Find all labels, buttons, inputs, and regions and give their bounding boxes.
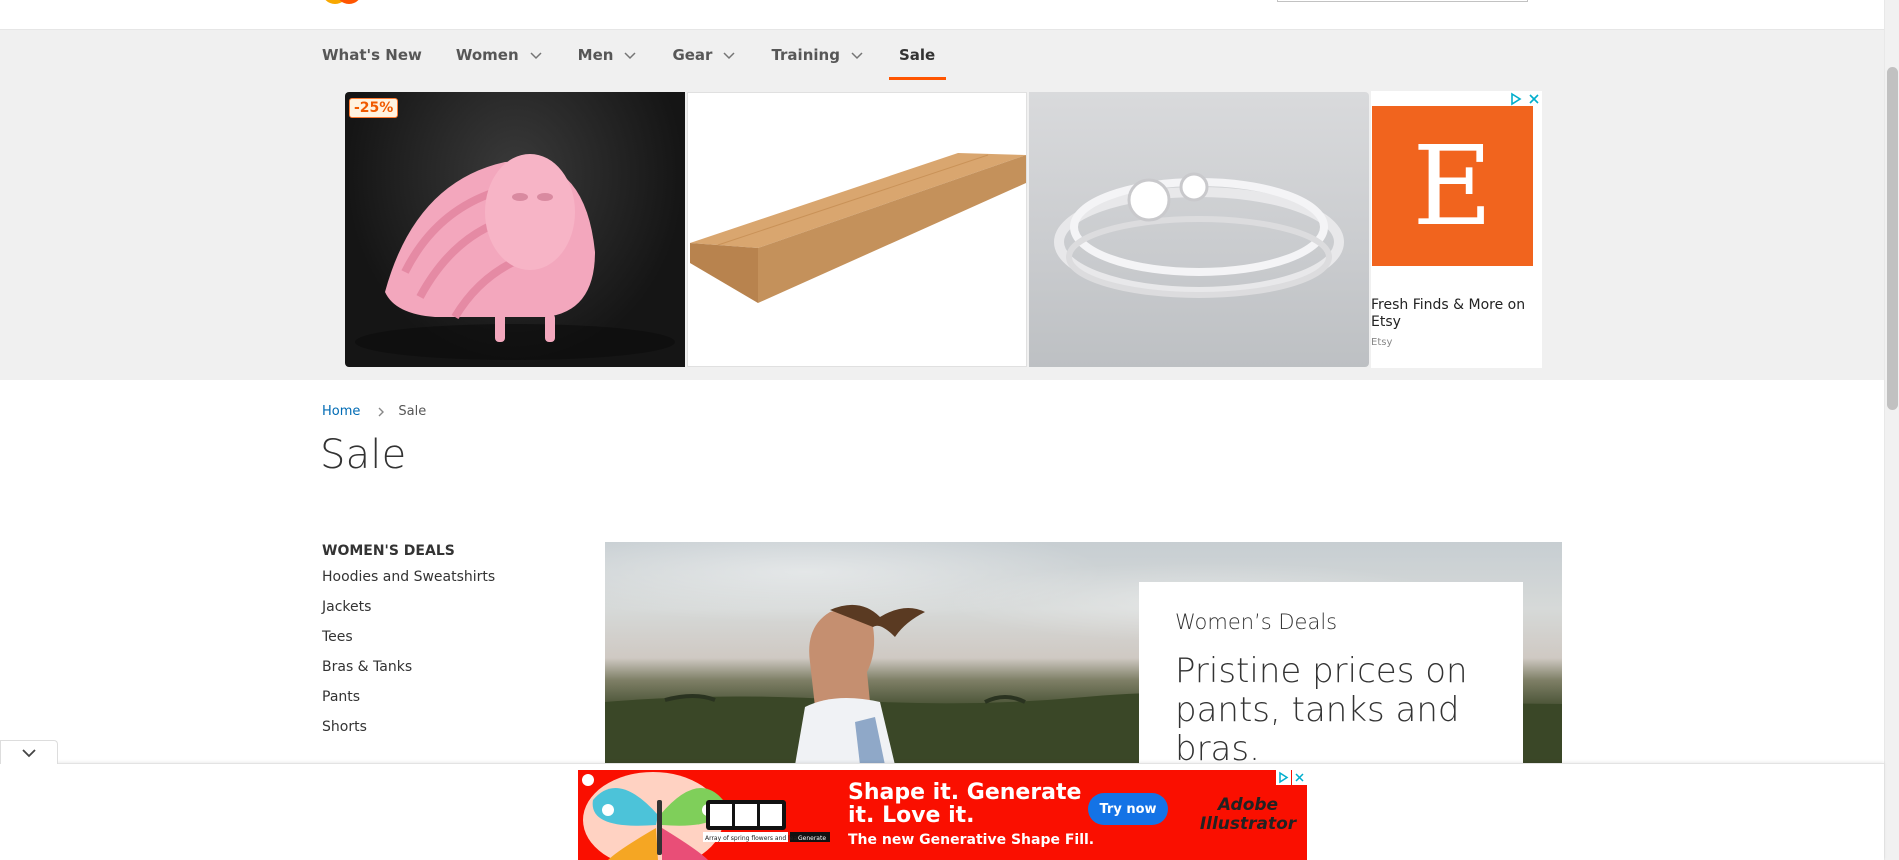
chevron-down-icon: [624, 52, 636, 60]
sidebar-heading: WOMEN'S DEALS: [322, 543, 455, 559]
nav-label: Sale: [898, 46, 936, 64]
nav-label: What's New: [322, 46, 422, 64]
breadcrumb-home[interactable]: Home: [322, 404, 360, 419]
etsy-ad-source: Etsy: [1371, 337, 1393, 348]
sidebar-link-jackets[interactable]: Jackets: [322, 592, 572, 622]
breadcrumb: Home Sale: [322, 404, 426, 419]
nav-training[interactable]: Training: [771, 30, 864, 80]
sidebar-link-pants[interactable]: Pants: [322, 682, 572, 712]
etsy-ad-title: Fresh Finds & More on Etsy: [1371, 297, 1526, 330]
ad-banner[interactable]: -25% E Fresh Finds & More on Etsy Etsy: [345, 91, 1542, 368]
close-icon[interactable]: [1526, 91, 1542, 107]
etsy-logo-letter: E: [1412, 122, 1493, 250]
store-logo[interactable]: [322, 0, 364, 5]
hero-headline: Pristine prices on pants, tanks and bras…: [1175, 651, 1468, 766]
main-nav: What's New Women Men Gear Training Sale: [322, 30, 969, 80]
nav-sale[interactable]: Sale: [888, 30, 947, 80]
collapse-ad-button[interactable]: [0, 740, 58, 764]
nav-gear[interactable]: Gear: [672, 30, 737, 80]
hero-card: Women’s Deals Pristine prices on pants, …: [1139, 582, 1523, 765]
sidebar-link-hoodies[interactable]: Hoodies and Sweatshirts: [322, 562, 572, 592]
page-title: Sale: [320, 432, 407, 478]
adobe-illustrator-ad[interactable]: Array of spring flowers and leaves Gener…: [578, 770, 1307, 860]
nav-label: Men: [577, 46, 614, 64]
ad-product-tile-ring[interactable]: [1029, 92, 1369, 367]
ring-image: [1054, 172, 1344, 298]
sidebar-category-nav: WOMEN'S DEALS Hoodies and Sweatshirts Ja…: [322, 540, 572, 742]
adchoices-icon[interactable]: [1508, 91, 1524, 107]
sidebar-link-shorts[interactable]: Shorts: [322, 712, 572, 742]
butterfly-artwork: Array of spring flowers and leaves Gener…: [582, 772, 830, 860]
scrollbar[interactable]: [1884, 0, 1899, 860]
header: [0, 0, 1884, 30]
figurine-image: [355, 154, 675, 360]
bottom-ad-headline: Shape it. Generate it. Love it.: [848, 780, 1082, 828]
nav-label: Gear: [672, 46, 713, 64]
bottom-ad-subline: The new Generative Shape Fill.: [848, 832, 1095, 848]
chevron-down-icon: [851, 52, 863, 60]
close-icon[interactable]: [1292, 770, 1307, 785]
scrollbar-thumb[interactable]: [1887, 67, 1898, 410]
bottom-ad-choices: [1276, 770, 1307, 785]
sidebar-link-bras-tanks[interactable]: Bras & Tanks: [322, 652, 572, 682]
nav-women[interactable]: Women: [456, 30, 544, 80]
chevron-down-icon: [530, 52, 542, 60]
adobe-illustrator-brand: Adobe Illustrator: [1199, 795, 1297, 834]
discount-badge: -25%: [349, 98, 399, 118]
nav-whats-new[interactable]: What's New: [322, 30, 422, 80]
mini-prompt-text: Array of spring flowers and leaves: [705, 835, 808, 842]
hero-kicker: Women’s Deals: [1175, 610, 1338, 634]
etsy-logo: E: [1372, 106, 1533, 266]
mini-generate-text: Generate: [798, 835, 826, 842]
ad-product-tile-figurine[interactable]: -25%: [345, 92, 685, 367]
sidebar-link-tees[interactable]: Tees: [322, 622, 572, 652]
ad-choices: [1508, 91, 1542, 107]
breadcrumb-current: Sale: [398, 404, 427, 419]
try-now-button[interactable]: Try now: [1088, 793, 1168, 825]
ad-product-tile-shelf[interactable]: [687, 92, 1027, 367]
search-input[interactable]: [1277, 0, 1528, 2]
nav-men[interactable]: Men: [578, 30, 639, 80]
etsy-ad-card[interactable]: E Fresh Finds & More on Etsy Etsy: [1371, 91, 1542, 368]
womens-deals-hero[interactable]: Women’s Deals Pristine prices on pants, …: [605, 542, 1562, 765]
nav-label: Women: [455, 46, 519, 64]
adchoices-icon[interactable]: [1276, 770, 1291, 785]
chevron-down-icon: [723, 52, 735, 60]
chevron-right-icon: [378, 407, 385, 416]
wood-shelf-image: [690, 153, 1026, 303]
chevron-down-icon: [22, 748, 36, 757]
nav-label: Training: [771, 46, 840, 64]
